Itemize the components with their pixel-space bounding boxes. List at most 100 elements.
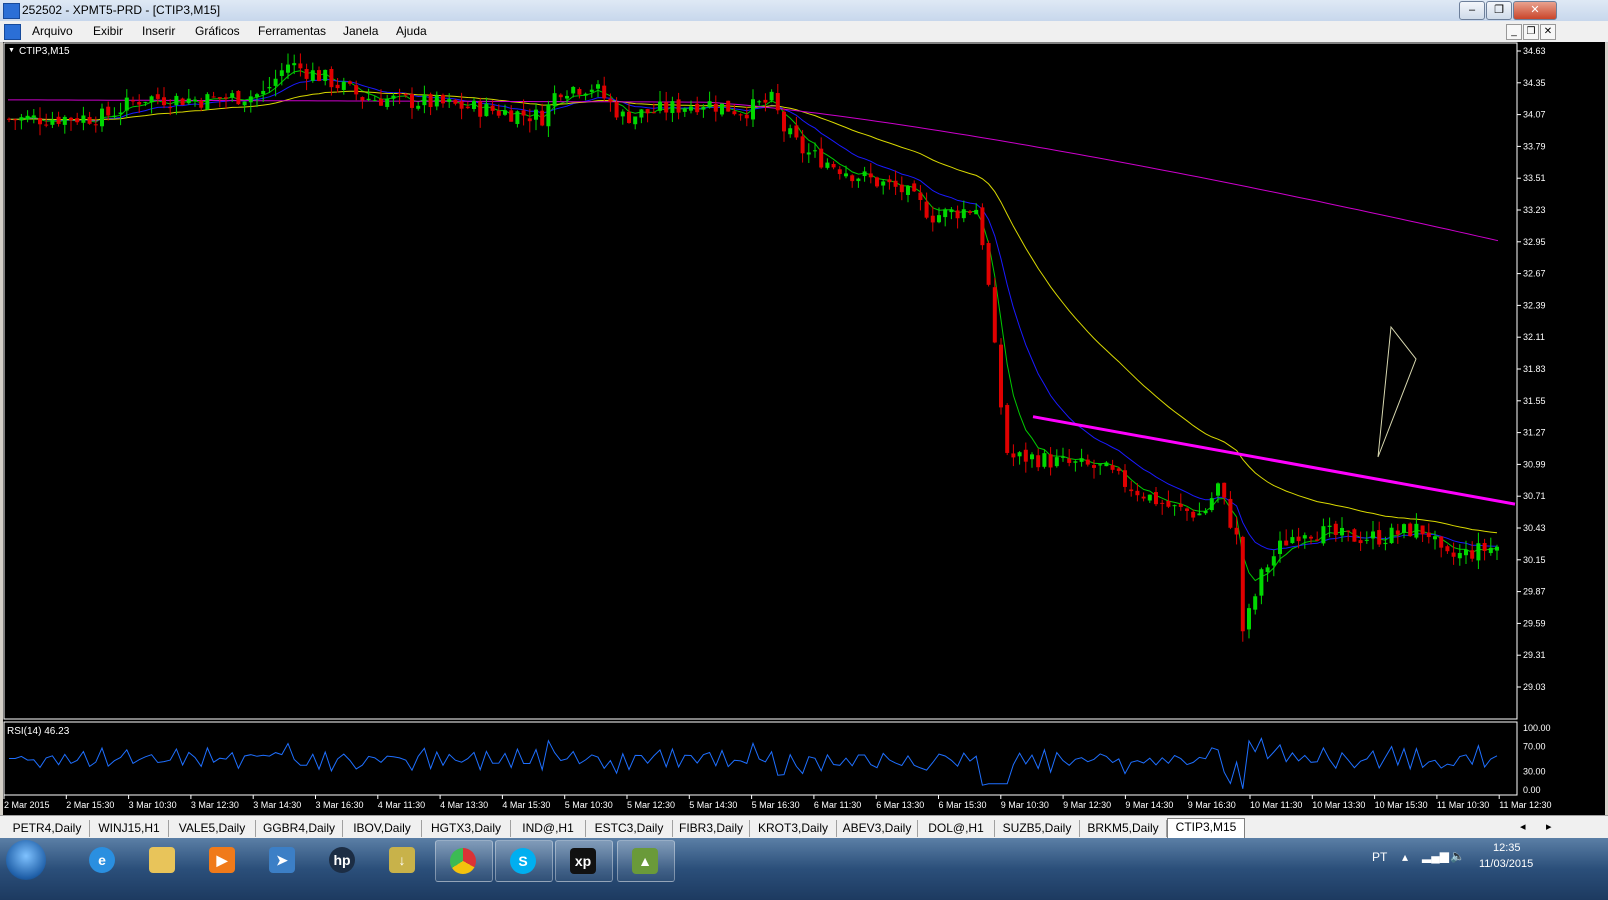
candle-body bbox=[1135, 490, 1140, 496]
tab-petr4-daily[interactable]: PETR4,Daily bbox=[5, 820, 90, 837]
chart-window[interactable]: 34.63 34.35 34.07 33.79 33.51 33.23 32.95 32.67… bbox=[3, 42, 1605, 815]
time-label: 3 Mar 10:30 bbox=[129, 800, 177, 810]
candle-body bbox=[1061, 456, 1065, 458]
candle-body bbox=[1346, 530, 1351, 532]
candle-body bbox=[441, 94, 445, 104]
time-label: 5 Mar 16:30 bbox=[752, 800, 800, 810]
network-icon[interactable]: ▂▄▆ bbox=[1422, 849, 1449, 863]
candle-body bbox=[1395, 530, 1400, 535]
windows-explorer-icon[interactable] bbox=[135, 840, 191, 880]
candle-body bbox=[1383, 542, 1388, 545]
menu-janela[interactable]: Janela bbox=[343, 24, 378, 38]
candle-body bbox=[1073, 461, 1078, 463]
hp-icon[interactable]: hp bbox=[315, 840, 371, 880]
tab-fibr3-daily[interactable]: FIBR3,Daily bbox=[673, 820, 750, 837]
candle-body bbox=[298, 63, 303, 69]
candle-body bbox=[1172, 505, 1177, 507]
candle-body bbox=[56, 116, 61, 124]
app-folder-icon[interactable]: ↓ bbox=[375, 840, 431, 880]
tab-hgtx3-daily[interactable]: HGTX3,Daily bbox=[422, 820, 511, 837]
candle-body bbox=[1197, 513, 1202, 516]
skype-icon[interactable]: S bbox=[495, 840, 553, 882]
candle-body bbox=[224, 97, 228, 99]
menu-ajuda[interactable]: Ajuda bbox=[396, 24, 427, 38]
candle-body bbox=[961, 209, 966, 219]
tab-vale5-daily[interactable]: VALE5,Daily bbox=[169, 820, 256, 837]
time-label: 9 Mar 12:30 bbox=[1063, 800, 1111, 810]
clock-date[interactable]: 11/03/2015 bbox=[1479, 858, 1533, 870]
internet-explorer-icon[interactable]: e bbox=[75, 840, 131, 880]
menu-arquivo[interactable]: Arquivo bbox=[32, 24, 73, 38]
tab-estc3-daily[interactable]: ESTC3,Daily bbox=[586, 820, 673, 837]
xp-icon[interactable]: xp bbox=[555, 840, 613, 882]
mdi-minimize-button[interactable]: _ bbox=[1506, 24, 1522, 40]
tab-ibov-daily[interactable]: IBOV,Daily bbox=[343, 820, 422, 837]
candle-body bbox=[1420, 525, 1425, 535]
tab-scroll-left-icon[interactable]: ◂ bbox=[1520, 820, 1526, 833]
language-indicator[interactable]: PT bbox=[1372, 850, 1387, 864]
candle-body bbox=[1048, 454, 1053, 468]
menu-ferramentas[interactable]: Ferramentas bbox=[258, 24, 326, 38]
start-orb[interactable] bbox=[6, 840, 46, 880]
candle-body bbox=[775, 93, 780, 111]
tab-ind-h1[interactable]: IND@,H1 bbox=[511, 820, 586, 837]
price-label: 29.87 bbox=[1523, 587, 1546, 597]
price-chart[interactable]: 34.63 34.35 34.07 33.79 33.51 33.23 32.95 32.67… bbox=[3, 42, 1605, 815]
maximize-button[interactable]: ❐ bbox=[1486, 1, 1512, 20]
menu-inserir[interactable]: Inserir bbox=[142, 24, 175, 38]
show-hidden-icons-icon[interactable]: ▴ bbox=[1402, 850, 1408, 864]
candle-body bbox=[149, 96, 154, 103]
candle-body bbox=[1036, 455, 1041, 468]
volume-icon[interactable]: 🔈 bbox=[1450, 849, 1465, 863]
minimize-button[interactable]: – bbox=[1459, 1, 1485, 20]
tab-ctip3-m15[interactable]: CTIP3,M15 bbox=[1167, 818, 1245, 839]
candle-body bbox=[744, 114, 749, 119]
time-label: 9 Mar 14:30 bbox=[1125, 800, 1173, 810]
candle-body bbox=[422, 94, 427, 106]
candle-body bbox=[1098, 464, 1103, 466]
tab-brkm5-daily[interactable]: BRKM5,Daily bbox=[1080, 820, 1167, 837]
candle-body bbox=[273, 78, 278, 86]
candle-body bbox=[310, 70, 315, 81]
candle-body bbox=[490, 105, 495, 111]
chrome-icon[interactable] bbox=[435, 840, 493, 882]
tab-suzb5-daily[interactable]: SUZB5,Daily bbox=[995, 820, 1080, 837]
candle-body bbox=[1445, 546, 1450, 552]
candle-body bbox=[143, 101, 148, 103]
chart-window-icon[interactable] bbox=[4, 24, 21, 40]
candle-body bbox=[1321, 526, 1326, 544]
candle-body bbox=[205, 94, 210, 110]
candle-body bbox=[918, 192, 923, 200]
candle-body bbox=[633, 116, 638, 125]
mdi-close-button[interactable]: ✕ bbox=[1540, 24, 1556, 40]
tab-krot3-daily[interactable]: KROT3,Daily bbox=[750, 820, 837, 837]
candle-body bbox=[1439, 536, 1444, 548]
time-label: 11 Mar 12:30 bbox=[1499, 800, 1551, 810]
price-label: 32.39 bbox=[1523, 300, 1546, 310]
candle-body bbox=[596, 84, 600, 89]
tab-abev3-daily[interactable]: ABEV3,Daily bbox=[837, 820, 918, 837]
candle-body bbox=[180, 98, 185, 106]
candle-body bbox=[484, 103, 489, 117]
time-label: 5 Mar 10:30 bbox=[565, 800, 613, 810]
tab-ggbr4-daily[interactable]: GGBR4,Daily bbox=[256, 820, 343, 837]
time-label: 9 Mar 16:30 bbox=[1188, 800, 1236, 810]
mdi-restore-button[interactable]: ❐ bbox=[1523, 24, 1539, 40]
metatrader-icon[interactable]: ▲ bbox=[617, 840, 675, 882]
tab-scroll-right-icon[interactable]: ▸ bbox=[1546, 820, 1552, 833]
candle-body bbox=[304, 69, 309, 79]
app-arrow-icon[interactable]: ➤ bbox=[255, 840, 311, 880]
candle-body bbox=[1216, 483, 1220, 496]
candle-body bbox=[1104, 462, 1109, 467]
candle-body bbox=[912, 183, 917, 192]
candle-body bbox=[651, 112, 656, 114]
candle-body bbox=[447, 99, 452, 102]
clock-time[interactable]: 12:35 bbox=[1493, 842, 1521, 854]
menu-exibir[interactable]: Exibir bbox=[93, 24, 123, 38]
close-button[interactable]: ✕ bbox=[1513, 1, 1557, 20]
collapse-arrow-icon[interactable]: ▼ bbox=[8, 47, 15, 54]
tab-winj15-h1[interactable]: WINJ15,H1 bbox=[90, 820, 169, 837]
tab-dol-h1[interactable]: DOL@,H1 bbox=[918, 820, 995, 837]
media-player-icon[interactable]: ▶ bbox=[195, 840, 251, 880]
menu-graficos[interactable]: Gráficos bbox=[195, 24, 240, 38]
